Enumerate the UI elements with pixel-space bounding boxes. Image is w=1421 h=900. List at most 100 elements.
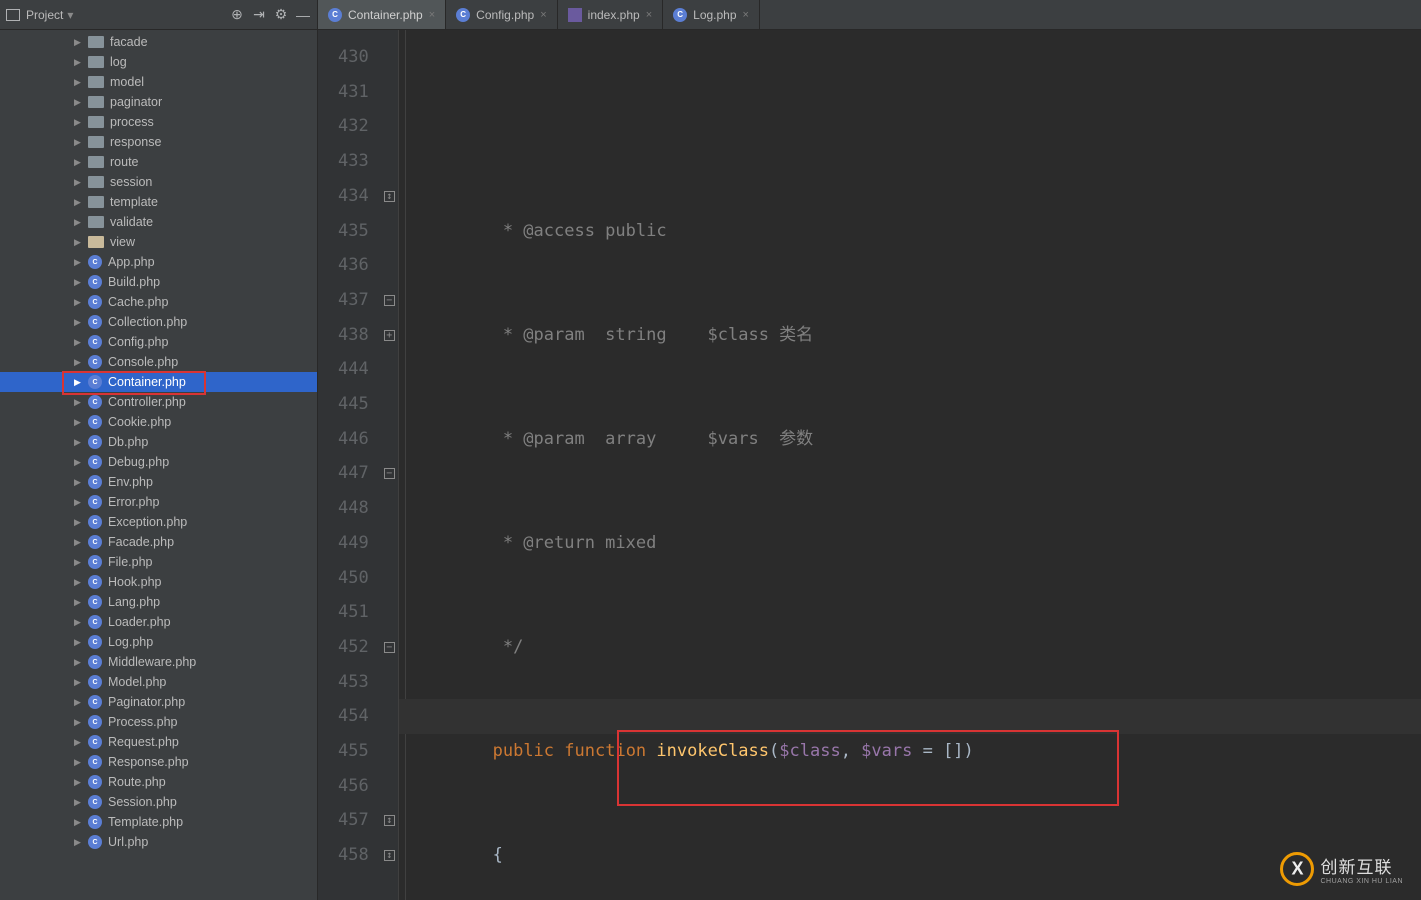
expand-arrow-icon[interactable]: ▶ — [74, 837, 81, 848]
tree-file[interactable]: ▶CFile.php — [0, 552, 317, 572]
expand-arrow-icon[interactable]: ▶ — [74, 37, 81, 48]
expand-arrow-icon[interactable]: ▶ — [74, 697, 81, 708]
tree-file[interactable]: ▶CRoute.php — [0, 772, 317, 792]
tree-folder[interactable]: ▶template — [0, 192, 317, 212]
tree-file[interactable]: ▶CRequest.php — [0, 732, 317, 752]
expand-arrow-icon[interactable]: ▶ — [74, 337, 81, 348]
tree-file[interactable]: ▶CUrl.php — [0, 832, 317, 852]
expand-arrow-icon[interactable]: ▶ — [74, 297, 81, 308]
tree-file[interactable]: ▶CProcess.php — [0, 712, 317, 732]
fold-toggle-icon[interactable]: ↕ — [384, 850, 395, 861]
fold-column[interactable]: ↕ − + − − ↕ ↕ — [381, 30, 399, 900]
tree-file[interactable]: ▶CConfig.php — [0, 332, 317, 352]
tree-folder[interactable]: ▶paginator — [0, 92, 317, 112]
expand-arrow-icon[interactable]: ▶ — [74, 197, 81, 208]
tree-folder[interactable]: ▶view — [0, 232, 317, 252]
expand-arrow-icon[interactable]: ▶ — [74, 597, 81, 608]
tree-folder[interactable]: ▶log — [0, 52, 317, 72]
expand-arrow-icon[interactable]: ▶ — [74, 137, 81, 148]
tree-file[interactable]: ▶CTemplate.php — [0, 812, 317, 832]
close-icon[interactable]: × — [743, 9, 749, 21]
editor-tab[interactable]: Container.php× — [318, 0, 446, 29]
expand-arrow-icon[interactable]: ▶ — [74, 377, 81, 388]
tree-file[interactable]: ▶CSession.php — [0, 792, 317, 812]
expand-arrow-icon[interactable]: ▶ — [74, 757, 81, 768]
fold-toggle-icon[interactable]: ↕ — [384, 191, 395, 202]
expand-arrow-icon[interactable]: ▶ — [74, 57, 81, 68]
expand-arrow-icon[interactable]: ▶ — [74, 517, 81, 528]
tree-file[interactable]: ▶CFacade.php — [0, 532, 317, 552]
expand-arrow-icon[interactable]: ▶ — [74, 537, 81, 548]
expand-arrow-icon[interactable]: ▶ — [74, 617, 81, 628]
tree-file[interactable]: ▶CCookie.php — [0, 412, 317, 432]
expand-arrow-icon[interactable]: ▶ — [74, 677, 81, 688]
close-icon[interactable]: × — [540, 9, 546, 21]
tree-file[interactable]: ▶CBuild.php — [0, 272, 317, 292]
fold-toggle-icon[interactable]: − — [384, 295, 395, 306]
dropdown-arrow-icon[interactable]: ▾ — [67, 8, 73, 22]
close-icon[interactable]: × — [429, 9, 435, 21]
editor-tab[interactable]: Log.php× — [663, 0, 760, 29]
tree-file[interactable]: ▶CResponse.php — [0, 752, 317, 772]
close-icon[interactable]: × — [646, 9, 652, 21]
tree-folder[interactable]: ▶route — [0, 152, 317, 172]
editor-tab[interactable]: index.php× — [558, 0, 663, 29]
expand-arrow-icon[interactable]: ▶ — [74, 277, 81, 288]
expand-arrow-icon[interactable]: ▶ — [74, 97, 81, 108]
expand-arrow-icon[interactable]: ▶ — [74, 357, 81, 368]
locate-icon[interactable]: ⊕ — [229, 7, 245, 23]
expand-arrow-icon[interactable]: ▶ — [74, 477, 81, 488]
tree-folder[interactable]: ▶process — [0, 112, 317, 132]
expand-arrow-icon[interactable]: ▶ — [74, 317, 81, 328]
expand-arrow-icon[interactable]: ▶ — [74, 177, 81, 188]
fold-toggle-icon[interactable]: − — [384, 468, 395, 479]
expand-arrow-icon[interactable]: ▶ — [74, 797, 81, 808]
tree-file[interactable]: ▶CModel.php — [0, 672, 317, 692]
tree-file[interactable]: ▶CCollection.php — [0, 312, 317, 332]
expand-arrow-icon[interactable]: ▶ — [74, 77, 81, 88]
editor-tab[interactable]: Config.php× — [446, 0, 557, 29]
tree-folder[interactable]: ▶model — [0, 72, 317, 92]
fold-toggle-icon[interactable]: + — [384, 330, 395, 341]
expand-arrow-icon[interactable]: ▶ — [74, 437, 81, 448]
tree-folder[interactable]: ▶validate — [0, 212, 317, 232]
expand-arrow-icon[interactable]: ▶ — [74, 637, 81, 648]
tree-file[interactable]: ▶CCache.php — [0, 292, 317, 312]
tree-folder[interactable]: ▶session — [0, 172, 317, 192]
tree-file[interactable]: ▶CException.php — [0, 512, 317, 532]
expand-arrow-icon[interactable]: ▶ — [74, 117, 81, 128]
expand-arrow-icon[interactable]: ▶ — [74, 497, 81, 508]
gear-icon[interactable]: ⚙ — [273, 7, 289, 23]
tree-folder[interactable]: ▶facade — [0, 32, 317, 52]
tree-file[interactable]: ▶CError.php — [0, 492, 317, 512]
code-editor[interactable]: 4304314324334344354364374384444454464474… — [318, 30, 1421, 900]
expand-arrow-icon[interactable]: ▶ — [74, 157, 81, 168]
expand-arrow-icon[interactable]: ▶ — [74, 457, 81, 468]
expand-arrow-icon[interactable]: ▶ — [74, 557, 81, 568]
tree-file[interactable]: ▶CLoader.php — [0, 612, 317, 632]
tree-file[interactable]: ▶CDebug.php — [0, 452, 317, 472]
project-title[interactable]: Project — [26, 8, 63, 22]
expand-arrow-icon[interactable]: ▶ — [74, 237, 81, 248]
tree-file[interactable]: ▶CPaginator.php — [0, 692, 317, 712]
tree-file[interactable]: ▶CConsole.php — [0, 352, 317, 372]
tree-file[interactable]: ▶CMiddleware.php — [0, 652, 317, 672]
tree-file[interactable]: ▶CController.php — [0, 392, 317, 412]
expand-arrow-icon[interactable]: ▶ — [74, 217, 81, 228]
fold-toggle-icon[interactable]: ↕ — [384, 815, 395, 826]
tree-file[interactable]: ▶CLang.php — [0, 592, 317, 612]
minimize-icon[interactable]: — — [295, 7, 311, 23]
tree-folder[interactable]: ▶response — [0, 132, 317, 152]
tree-file[interactable]: ▶CApp.php — [0, 252, 317, 272]
collapse-icon[interactable]: ⇥ — [251, 7, 267, 23]
fold-toggle-icon[interactable]: − — [384, 642, 395, 653]
expand-arrow-icon[interactable]: ▶ — [74, 717, 81, 728]
project-tree[interactable]: ▶facade▶log▶model▶paginator▶process▶resp… — [0, 30, 318, 900]
expand-arrow-icon[interactable]: ▶ — [74, 577, 81, 588]
tree-file[interactable]: ▶CContainer.php — [0, 372, 317, 392]
expand-arrow-icon[interactable]: ▶ — [74, 397, 81, 408]
expand-arrow-icon[interactable]: ▶ — [74, 777, 81, 788]
expand-arrow-icon[interactable]: ▶ — [74, 657, 81, 668]
tree-file[interactable]: ▶CLog.php — [0, 632, 317, 652]
tree-file[interactable]: ▶CHook.php — [0, 572, 317, 592]
